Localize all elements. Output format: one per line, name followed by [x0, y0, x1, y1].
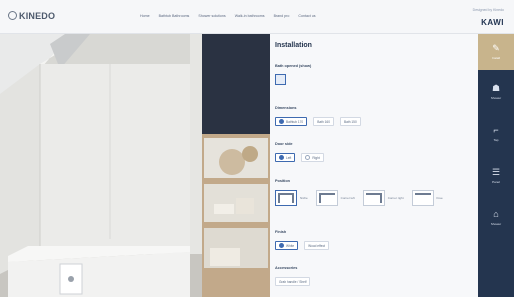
logo[interactable]: KINEDO	[8, 11, 55, 21]
position-option-free[interactable]: Free	[411, 190, 443, 206]
radio-icon	[305, 155, 311, 160]
option-label: Niche	[300, 196, 308, 200]
bath-selected-swatch[interactable]	[275, 74, 286, 85]
option-label: Left	[286, 155, 292, 160]
brand-name: KAWI	[481, 18, 504, 27]
finish-option-white[interactable]: White	[275, 241, 299, 250]
sidebar-item-label: Shower	[490, 96, 502, 100]
config-panel: Installation Bath opened (show) Dimensio…	[270, 34, 478, 297]
accessories-options: Grab handle / Shelf	[275, 277, 311, 286]
brand-tagline: Designed by Kinedo	[472, 8, 504, 12]
nav-item-bathtub[interactable]: Bathtub Bathrooms	[159, 14, 190, 18]
right-sidebar: ✎ Install ☗ Shower ⌐ Tap ☰ Panel ⌂ Showe…	[478, 34, 514, 297]
top-bar: KINEDO Home Bathtub Bathrooms Shower sol…	[0, 0, 514, 34]
opening-option-left[interactable]: Left	[275, 153, 296, 162]
option-label: Free	[436, 196, 443, 200]
free-layout-icon	[411, 190, 434, 206]
bath-options	[275, 74, 286, 85]
sidebar-item-head[interactable]: ⌂ Shower	[478, 200, 514, 236]
option-label: Bath 150	[343, 119, 357, 124]
section-accessories-label: Accessories	[275, 266, 298, 270]
section-dimension-label: Dimensions	[275, 106, 297, 110]
position-option-niche[interactable]: Niche	[275, 190, 308, 206]
brand-block[interactable]: Designed by Kinedo KAWI	[473, 8, 504, 30]
nav-item-home[interactable]: Home	[140, 14, 150, 18]
nav-item-shower[interactable]: Shower solutions	[198, 14, 225, 18]
opening-option-right[interactable]: Right	[301, 153, 324, 162]
nav-item-brand[interactable]: Brand pro	[274, 14, 290, 18]
sidebar-item-label: Tap	[493, 138, 499, 142]
option-label: Bath 160	[317, 119, 330, 124]
bathroom-render	[0, 34, 270, 297]
sidebar-item-label: Panel	[492, 180, 500, 184]
dimension-option-3[interactable]: Bath 150	[339, 117, 361, 126]
shower-icon: ☗	[491, 83, 501, 93]
accessory-option-1[interactable]: Grab handle / Shelf	[275, 277, 311, 286]
dimension-options: Bathtub 170 Bath 160 Bath 150	[275, 117, 361, 126]
section-position-label: Position	[275, 179, 290, 183]
option-label: Bathtub 170	[286, 119, 304, 124]
position-option-corner-right[interactable]: Corner right	[362, 190, 404, 206]
option-label: Corner right	[387, 196, 404, 200]
radio-icon	[279, 243, 284, 248]
dimension-option-2[interactable]: Bath 160	[313, 117, 334, 126]
section-opening-label: Door side	[275, 142, 293, 146]
pencil-icon: ✎	[492, 43, 500, 53]
corner-right-layout-icon	[362, 190, 385, 206]
nav-item-contact[interactable]: Contact us	[298, 14, 315, 18]
position-options: Niche Corner left Corner right Free	[275, 190, 443, 206]
section-finish-label: Finish	[275, 230, 287, 234]
radio-icon	[279, 155, 284, 160]
sidebar-item-install[interactable]: ✎ Install	[478, 34, 514, 70]
option-label: White	[286, 243, 295, 248]
option-label: Wood effect	[308, 243, 326, 248]
nav-item-walkin[interactable]: Walk-in bathrooms	[235, 14, 265, 18]
option-label: Right	[312, 155, 320, 160]
section-bath-label: Bath opened (show)	[275, 64, 312, 68]
bathroom-preview[interactable]	[0, 34, 270, 297]
tap-icon: ⌐	[493, 125, 499, 135]
option-label: Corner left	[340, 196, 355, 200]
panel-icon: ☰	[491, 167, 501, 177]
panel-title: Installation	[275, 42, 312, 49]
sidebar-item-panel[interactable]: ☰ Panel	[478, 158, 514, 194]
finish-options: White Wood effect	[275, 241, 330, 250]
position-option-corner-left[interactable]: Corner left	[315, 190, 355, 206]
sidebar-item-tap[interactable]: ⌐ Tap	[478, 116, 514, 152]
sidebar-item-label: Install	[492, 56, 500, 60]
radio-icon	[279, 119, 284, 124]
main-nav: Home Bathtub Bathrooms Shower solutions …	[140, 14, 316, 18]
niche-layout-icon	[275, 190, 297, 206]
head-icon: ⌂	[493, 209, 499, 219]
finish-option-wood[interactable]: Wood effect	[304, 241, 330, 250]
option-label: Grab handle / Shelf	[279, 279, 307, 284]
sidebar-item-label: Shower	[490, 222, 502, 226]
sidebar-item-shower[interactable]: ☗ Shower	[478, 74, 514, 110]
logo-text: KINEDO	[19, 11, 56, 21]
logo-icon	[8, 11, 17, 20]
corner-left-layout-icon	[315, 190, 338, 206]
opening-options: Left Right	[275, 153, 324, 162]
dimension-option-1[interactable]: Bathtub 170	[275, 117, 308, 126]
